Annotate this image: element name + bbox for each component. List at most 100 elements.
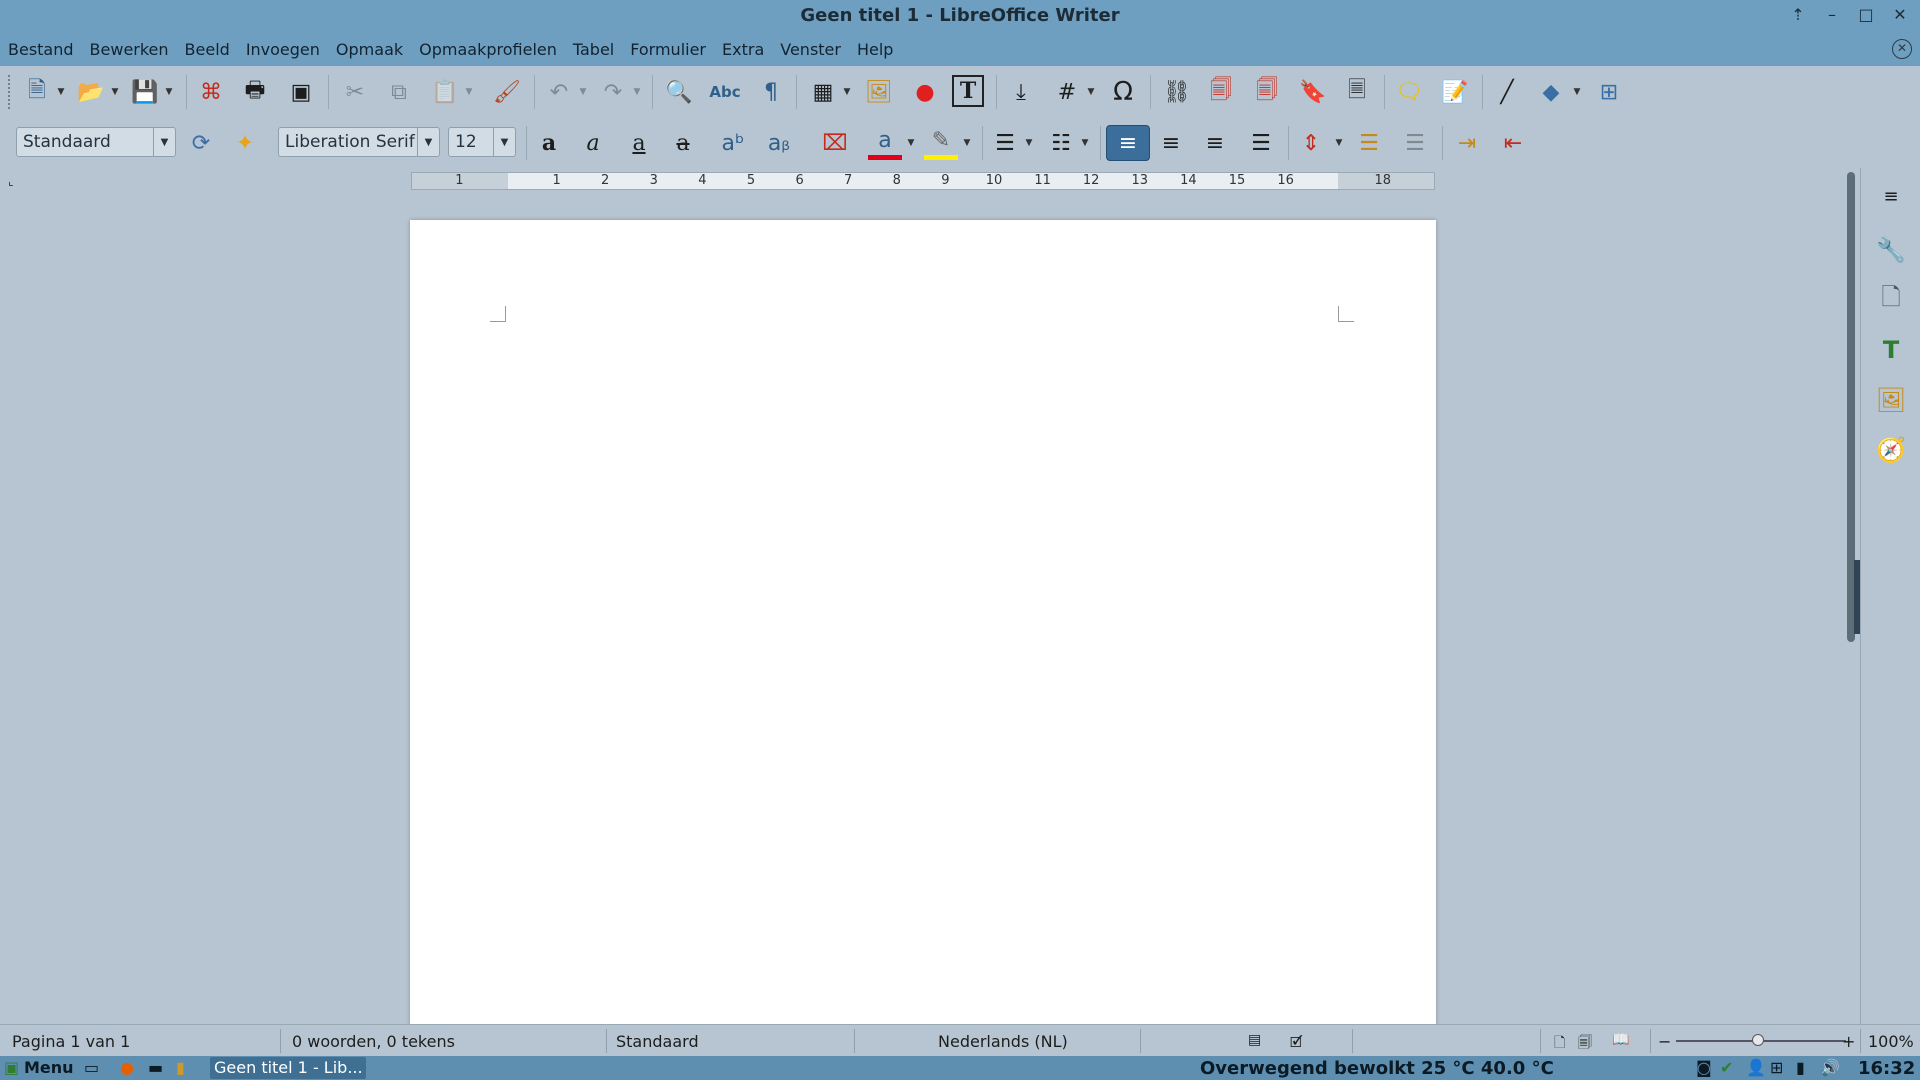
sidebar-menu-icon[interactable]: ≡	[1873, 178, 1909, 214]
multi-page-view-icon[interactable]: 🗐	[1578, 1032, 1592, 1056]
spelling-icon[interactable]: Abc	[708, 75, 742, 109]
hyperlink-icon[interactable]: ⛓	[1160, 75, 1194, 109]
undo-icon[interactable]: ↶	[542, 75, 576, 109]
chevron-down-icon[interactable]: ▼	[417, 128, 439, 156]
basic-shapes-icon[interactable]: ◆	[1534, 75, 1568, 109]
zoom-in-icon[interactable]: +	[1842, 1032, 1855, 1051]
insert-chart-icon[interactable]: ●	[908, 75, 942, 109]
subscript-icon[interactable]: aᵦ	[762, 126, 796, 160]
insert-field-icon[interactable]: #	[1050, 75, 1084, 109]
bold-icon[interactable]: a	[532, 126, 566, 160]
terminal-icon[interactable]: ▬	[148, 1058, 163, 1077]
maximize-button[interactable]: □	[1856, 4, 1876, 26]
file-manager-icon[interactable]: ▮	[176, 1058, 185, 1077]
menu-beeld[interactable]: Beeld	[185, 36, 230, 63]
minimize-button[interactable]: –	[1822, 4, 1842, 26]
paragraph-style-combo[interactable]: Standaard ▼	[16, 127, 176, 157]
properties-icon[interactable]: 🔧	[1873, 232, 1909, 268]
footnote-icon[interactable]: 🗐	[1204, 75, 1238, 109]
open-folder-icon[interactable]: 📂	[74, 75, 108, 109]
justify-icon[interactable]: ☰	[1244, 126, 1278, 160]
zoom-slider-knob[interactable]	[1752, 1034, 1764, 1046]
shield-icon[interactable]: ✔	[1720, 1058, 1733, 1077]
paste-dropdown-icon[interactable]: ▼	[464, 75, 474, 109]
bookmark-icon[interactable]: 🔖	[1296, 75, 1330, 109]
bullet-dropdown-icon[interactable]: ▼	[1024, 126, 1034, 160]
shapes-dropdown-icon[interactable]: ▼	[1572, 75, 1582, 109]
draw-functions-icon[interactable]: ⊞	[1592, 75, 1626, 109]
strikethrough-icon[interactable]: a	[666, 126, 700, 160]
document-modified-icon[interactable]: 🗹	[1290, 1032, 1303, 1056]
menu-bewerken[interactable]: Bewerken	[90, 36, 169, 63]
font-size-combo[interactable]: 12 ▼	[448, 127, 516, 157]
cross-reference-icon[interactable]: 🗏	[1340, 75, 1374, 109]
gallery-icon[interactable]: 🖼	[1873, 382, 1909, 418]
styles-icon[interactable]: T	[1873, 332, 1909, 368]
tab-stop-selector[interactable]: ⌞	[8, 174, 14, 188]
page-style[interactable]: Standaard	[616, 1032, 699, 1051]
redo-dropdown-icon[interactable]: ▼	[632, 75, 642, 109]
new-style-icon[interactable]: ✦	[228, 126, 262, 160]
battery-icon[interactable]: ▮	[1796, 1058, 1805, 1077]
decrease-indent-icon[interactable]: ⇤	[1496, 126, 1530, 160]
new-document-icon[interactable]: 🗎	[20, 75, 54, 109]
find-replace-icon[interactable]: 🔍	[662, 75, 696, 109]
font-color-icon[interactable]: a	[868, 126, 902, 160]
horizontal-ruler[interactable]: 1 1 2 3 4 5 6 7 8 9 10 11 12 13 14 15 16 18	[411, 172, 1435, 190]
save-icon[interactable]: 💾	[128, 75, 162, 109]
book-view-icon[interactable]: 📖	[1612, 1032, 1629, 1048]
increase-paragraph-spacing-icon[interactable]: ☰	[1352, 126, 1386, 160]
toolbar-grip[interactable]	[8, 75, 12, 109]
decrease-paragraph-spacing-icon[interactable]: ☰	[1398, 126, 1432, 160]
user-icon[interactable]: 👤	[1746, 1058, 1766, 1077]
endnote-icon[interactable]: 🗐	[1250, 75, 1284, 109]
formatting-marks-icon[interactable]: ¶	[754, 75, 788, 109]
clear-formatting-icon[interactable]: ⌧	[818, 126, 852, 160]
highlight-icon[interactable]: ✎	[924, 126, 958, 160]
menu-help[interactable]: Help	[857, 36, 893, 63]
clone-formatting-icon[interactable]: 🖌	[490, 75, 524, 109]
underline-icon[interactable]: a	[622, 126, 656, 160]
align-right-icon[interactable]: ≡	[1198, 126, 1232, 160]
numbered-list-icon[interactable]: ☷	[1044, 126, 1078, 160]
print-icon[interactable]: 🖶	[238, 75, 272, 109]
word-count[interactable]: 0 woorden, 0 tekens	[292, 1032, 455, 1051]
special-character-icon[interactable]: Ω	[1106, 75, 1140, 109]
print-preview-icon[interactable]: ▣	[284, 75, 318, 109]
open-dropdown-icon[interactable]: ▼	[110, 75, 120, 109]
numbered-dropdown-icon[interactable]: ▼	[1080, 126, 1090, 160]
show-desktop-icon[interactable]: ▭	[84, 1058, 99, 1077]
navigator-icon[interactable]: 🧭	[1873, 432, 1909, 468]
screenshot-icon[interactable]: ◙	[1696, 1058, 1712, 1077]
italic-icon[interactable]: a	[576, 126, 610, 160]
comment-icon[interactable]: 🗨	[1392, 75, 1426, 109]
taskbar-window-writer[interactable]: Geen titel 1 - Lib...	[210, 1057, 366, 1079]
track-changes-icon[interactable]: 📝	[1438, 75, 1472, 109]
menu-invoegen[interactable]: Invoegen	[246, 36, 320, 63]
highlight-dropdown-icon[interactable]: ▼	[962, 126, 972, 160]
paste-icon[interactable]: 📋	[428, 75, 462, 109]
selection-mode-icon[interactable]: ▤	[1248, 1032, 1261, 1048]
menu-bestand[interactable]: Bestand	[8, 36, 74, 63]
cut-icon[interactable]: ✂	[338, 75, 372, 109]
update-style-icon[interactable]: ⟳	[184, 126, 218, 160]
export-pdf-icon[interactable]: ⌘	[194, 75, 228, 109]
keep-above-icon[interactable]: ⇡	[1788, 4, 1808, 26]
save-dropdown-icon[interactable]: ▼	[164, 75, 174, 109]
start-menu-button[interactable]: Menu	[24, 1058, 74, 1077]
copy-icon[interactable]: ⧉	[382, 75, 416, 109]
page-break-icon[interactable]: ⤓	[1004, 75, 1038, 109]
align-center-icon[interactable]: ≡	[1154, 126, 1188, 160]
close-button[interactable]: ✕	[1890, 4, 1910, 26]
menu-extra[interactable]: Extra	[722, 36, 764, 63]
table-dropdown-icon[interactable]: ▼	[842, 75, 852, 109]
insert-image-icon[interactable]: 🖼	[862, 75, 896, 109]
close-document-icon[interactable]: ✕	[1892, 39, 1912, 59]
menu-tabel[interactable]: Tabel	[573, 36, 614, 63]
line-spacing-icon[interactable]: ⇕	[1294, 126, 1328, 160]
insert-table-icon[interactable]: ▦	[806, 75, 840, 109]
page-count[interactable]: Pagina 1 van 1	[12, 1032, 130, 1051]
menu-venster[interactable]: Venster	[780, 36, 841, 63]
redo-icon[interactable]: ↷	[596, 75, 630, 109]
document-page[interactable]	[410, 220, 1436, 1024]
